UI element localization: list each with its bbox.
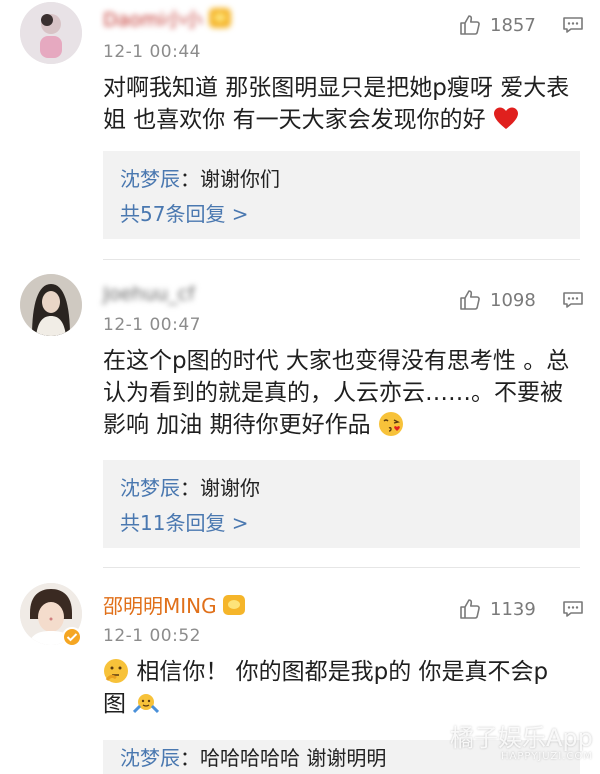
- thumbs-up-icon: [460, 15, 480, 35]
- view-replies-link[interactable]: 共57条回复 >: [120, 201, 249, 227]
- reply-preview[interactable]: 沈梦辰：谢谢你 共11条回复 >: [103, 460, 580, 548]
- kissing-face-emoji: [378, 412, 403, 436]
- reply-line: 沈梦辰：哈哈哈哈哈 谢谢明明: [120, 746, 387, 770]
- comment-menu-icon: [563, 17, 583, 33]
- username[interactable]: Joehuu_cf: [103, 282, 195, 306]
- like-button[interactable]: 1098: [458, 287, 536, 313]
- divider: [103, 259, 580, 260]
- view-replies-link[interactable]: 共11条回复 >: [120, 510, 249, 536]
- comment-text: 相信你！ 你的图都是我p的 你是真不会p 图: [103, 659, 549, 717]
- comment-text: 对啊我知道 那张图明显只是把她p瘦呀 爱大表姐 也喜欢你 有一天大家会发现你的好: [103, 75, 570, 133]
- like-count: 1098: [490, 289, 536, 311]
- like-button[interactable]: 1139: [458, 596, 536, 622]
- reply-preview[interactable]: 沈梦辰：谢谢你们 共57条回复 >: [103, 151, 580, 239]
- thinking-face-emoji: [104, 659, 128, 683]
- timestamp: 12-1 00:47: [103, 315, 201, 335]
- reply-author-link[interactable]: 沈梦辰: [120, 746, 180, 770]
- member-badge-icon: [222, 595, 245, 615]
- shrug-face-emoji: [133, 694, 160, 714]
- thumbs-up-icon: [460, 599, 480, 619]
- reply-line: 沈梦辰：谢谢你: [120, 476, 260, 500]
- like-button[interactable]: 1857: [458, 12, 536, 38]
- member-badge-icon: [208, 8, 231, 28]
- username[interactable]: 邵明明MING: [103, 594, 245, 618]
- reply-line: 沈梦辰：谢谢你们: [120, 167, 280, 191]
- comment-menu-icon: [563, 601, 583, 617]
- username[interactable]: Daomi小小: [103, 8, 231, 32]
- comment-menu-button[interactable]: [562, 600, 584, 618]
- comment-menu-button[interactable]: [562, 291, 584, 309]
- red-heart-emoji: [493, 107, 518, 129]
- comment-menu-button[interactable]: [562, 16, 584, 34]
- reply-text: 谢谢你们: [200, 167, 280, 191]
- watermark: 橘子娱乐App HAPPYJUZI.COM: [450, 724, 593, 762]
- verified-badge-icon: [62, 627, 82, 647]
- reply-text: 谢谢你: [200, 476, 260, 500]
- like-count: 1139: [490, 598, 536, 620]
- reply-author-link[interactable]: 沈梦辰: [120, 476, 180, 500]
- comment-text: 在这个p图的时代 大家也变得没有思考性 。总认为看到的就是真的，人云亦云……。不…: [103, 348, 570, 438]
- avatar[interactable]: [20, 274, 82, 336]
- reply-author-link[interactable]: 沈梦辰: [120, 167, 180, 191]
- timestamp: 12-1 00:44: [103, 42, 201, 62]
- reply-text: 哈哈哈哈哈 谢谢明明: [200, 746, 387, 770]
- thumbs-up-icon: [460, 290, 480, 310]
- timestamp: 12-1 00:52: [103, 626, 201, 646]
- comment-menu-icon: [563, 292, 583, 308]
- divider: [103, 567, 580, 568]
- avatar[interactable]: [20, 2, 82, 64]
- like-count: 1857: [490, 14, 536, 36]
